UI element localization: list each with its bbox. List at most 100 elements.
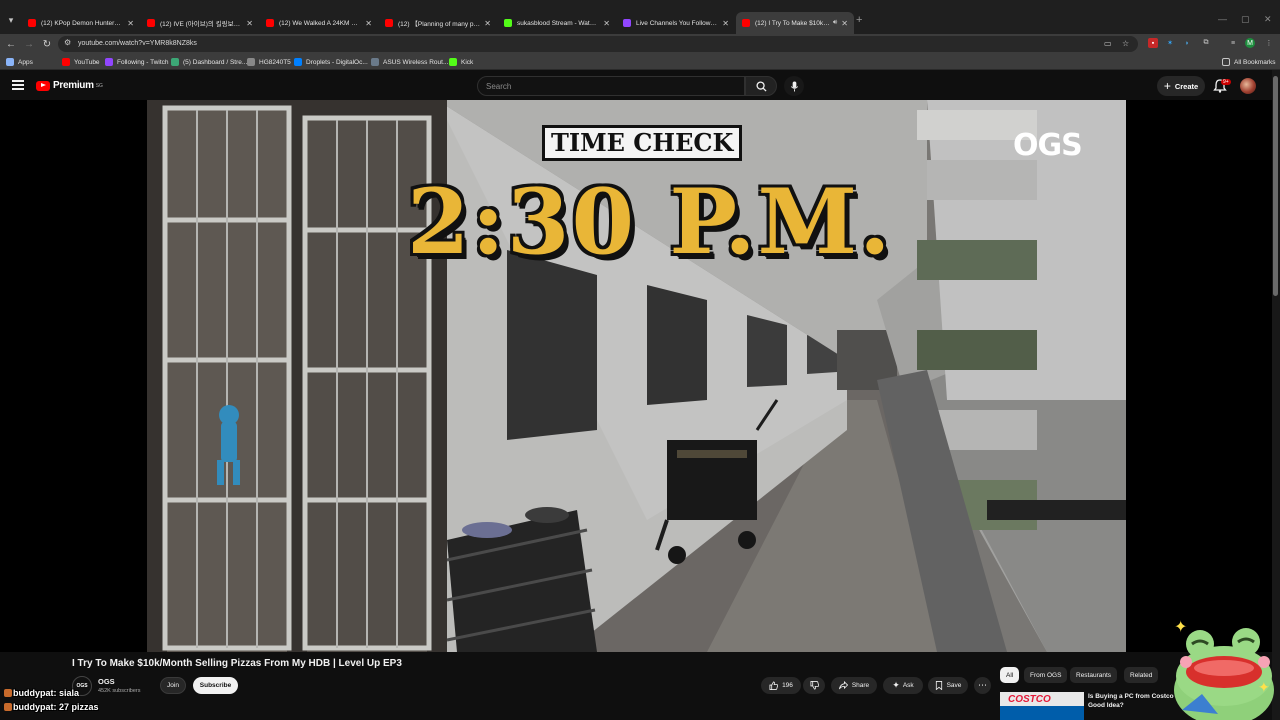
page-scrollbar-thumb[interactable] bbox=[1273, 76, 1278, 296]
join-button[interactable]: Join bbox=[160, 677, 186, 694]
browser-tab-strip: ▾ (12) KPop Demon Hunters | Ho ✕ (12) IVE … bbox=[0, 0, 1280, 34]
filter-chip[interactable]: All bbox=[1000, 667, 1020, 683]
save-button[interactable]: Save bbox=[928, 677, 968, 694]
bookmark-label: ASUS Wireless Rout... bbox=[383, 58, 449, 66]
tab-favicon-icon bbox=[623, 19, 631, 27]
bookmark-label: Kick bbox=[461, 58, 474, 66]
notification-badge: 9+ bbox=[1221, 79, 1231, 85]
forward-icon[interactable]: → bbox=[22, 37, 36, 51]
extensions-puzzle-icon[interactable]: ⧉ bbox=[1201, 38, 1211, 48]
close-window-icon[interactable]: ✕ bbox=[1264, 14, 1272, 25]
install-icon[interactable]: ▭ bbox=[1104, 39, 1112, 48]
hamburger-menu-icon[interactable] bbox=[12, 80, 24, 90]
bookmark-item[interactable]: HG8240T5 bbox=[247, 57, 291, 67]
sparkle-icon: ✦ bbox=[892, 680, 900, 690]
site-info-icon[interactable]: ⚙ bbox=[64, 38, 71, 47]
tab-close-icon[interactable]: ✕ bbox=[365, 19, 372, 28]
thumbnail-banner bbox=[1000, 706, 1084, 720]
tab-close-icon[interactable]: ✕ bbox=[484, 19, 491, 28]
browser-tab[interactable]: (12) We Walked A 24KM TRAIL ✕ bbox=[260, 12, 378, 34]
microphone-icon bbox=[790, 80, 798, 92]
bookmark-item[interactable]: (5) Dashboard / Stre... bbox=[171, 57, 247, 67]
tab-close-icon[interactable]: ✕ bbox=[722, 19, 729, 28]
bookmark-item[interactable]: YouTube bbox=[62, 57, 100, 67]
browser-tab[interactable]: (12) IVE (아이브)의 킬링보이스를 ✕ bbox=[141, 12, 259, 34]
bookmark-item[interactable]: ASUS Wireless Rout... bbox=[371, 57, 448, 67]
dislike-button[interactable] bbox=[803, 677, 825, 694]
tab-title: sukasblood Stream - Watch Liv bbox=[517, 19, 600, 27]
recommended-video-thumbnail[interactable]: COSTCO bbox=[1000, 692, 1084, 720]
tab-close-icon[interactable]: ✕ bbox=[841, 19, 848, 28]
channel-name[interactable]: OGS bbox=[98, 677, 115, 686]
speaker-icon[interactable]: 🔊︎ bbox=[833, 19, 837, 27]
tab-title: Live Channels You Follow - Twi bbox=[636, 19, 719, 27]
bookmark-item[interactable]: Apps bbox=[6, 57, 33, 67]
tab-title: (12) 【Planning of many people bbox=[398, 21, 481, 28]
time-check-label: TIME CHECK bbox=[545, 128, 740, 158]
like-count: 196 bbox=[782, 682, 793, 689]
like-button[interactable]: 196 bbox=[761, 677, 801, 694]
all-bookmarks[interactable]: All Bookmarks bbox=[1222, 57, 1276, 67]
bookmark-item[interactable]: Following - Twitch bbox=[105, 57, 169, 67]
tab-close-icon[interactable]: ✕ bbox=[127, 19, 134, 28]
reading-list-icon[interactable]: ≡ bbox=[1228, 38, 1238, 48]
bookmark-favicon-icon bbox=[105, 58, 113, 66]
chat-text: 27 pizzas bbox=[59, 702, 99, 712]
more-actions-icon[interactable]: ⋯ bbox=[974, 677, 991, 694]
url-text[interactable]: youtube.com/watch?v=YMR8k8NZ8ks bbox=[78, 40, 197, 47]
filter-chip[interactable]: Restaurants bbox=[1070, 667, 1118, 683]
address-bar[interactable]: ⚙ youtube.com/watch?v=YMR8k8NZ8ks ▭ ☆ bbox=[58, 36, 1138, 52]
chat-badge-icon bbox=[4, 703, 12, 711]
subscribe-button[interactable]: Subscribe bbox=[193, 677, 238, 694]
bookmark-favicon-icon bbox=[449, 58, 457, 66]
bookmark-label: HG8240T5 bbox=[259, 58, 291, 66]
ask-button[interactable]: ✦ Ask bbox=[883, 677, 923, 694]
maximize-icon[interactable]: ▢ bbox=[1241, 14, 1250, 25]
frog-emote-overlay: ✦ ✦ bbox=[1174, 617, 1274, 720]
time-overlay: 2:30 P.M. bbox=[407, 169, 893, 275]
search-button[interactable] bbox=[745, 76, 777, 96]
tab-close-icon[interactable]: ✕ bbox=[246, 19, 253, 28]
filter-chip[interactable]: Related bbox=[1124, 667, 1159, 683]
reload-icon[interactable]: ↻ bbox=[40, 37, 54, 51]
video-player[interactable]: TIME CHECK 2:30 P.M. OGS bbox=[0, 100, 1272, 652]
tab-close-icon[interactable]: ✕ bbox=[603, 19, 610, 28]
extension-icon[interactable]: ✶ bbox=[1165, 38, 1175, 48]
filter-chip[interactable]: From OGS bbox=[1024, 667, 1068, 683]
menu-icon[interactable]: ⋮ bbox=[1264, 38, 1274, 48]
bookmark-label: YouTube bbox=[74, 58, 100, 66]
voice-search-button[interactable] bbox=[784, 76, 804, 96]
video-frame[interactable]: TIME CHECK 2:30 P.M. OGS bbox=[147, 100, 1126, 652]
profile-icon[interactable]: M bbox=[1245, 38, 1255, 48]
tab-search-icon[interactable]: ▾ bbox=[4, 13, 18, 27]
account-avatar[interactable] bbox=[1240, 78, 1256, 94]
youtube-premium-logo[interactable]: Premium SG bbox=[36, 80, 103, 91]
extension-icon[interactable]: ▪ bbox=[1148, 38, 1158, 48]
back-icon[interactable]: ← bbox=[4, 37, 18, 51]
bookmark-item[interactable]: Droplets - DigitalOc... bbox=[294, 57, 368, 67]
minimize-icon[interactable]: — bbox=[1218, 14, 1227, 24]
tab-favicon-icon bbox=[28, 19, 36, 27]
browser-tab[interactable]: Live Channels You Follow - Twi ✕ bbox=[617, 12, 735, 34]
bookmark-label: Droplets - DigitalOc... bbox=[306, 58, 368, 66]
bookmark-item[interactable]: Kick bbox=[449, 57, 473, 67]
search-input[interactable]: Search bbox=[477, 76, 745, 96]
new-tab-icon[interactable]: + bbox=[856, 14, 862, 26]
svg-text:✦: ✦ bbox=[1174, 617, 1187, 636]
chat-username: buddypat: bbox=[13, 702, 57, 712]
browser-tab[interactable]: (12) 【Planning of many people ✕ bbox=[379, 12, 497, 34]
extension-icon[interactable]: ◗ bbox=[1182, 38, 1192, 48]
tab-favicon-icon bbox=[385, 19, 393, 27]
create-button[interactable]: + Create bbox=[1157, 76, 1205, 96]
bookmark-star-icon[interactable]: ☆ bbox=[1122, 39, 1129, 48]
bookmarks-bar: Apps YouTube Following - Twitch (5) Dashboa… bbox=[0, 54, 1280, 70]
tab-title: (12) I Try To Make $10k/Mo bbox=[755, 19, 830, 27]
bookmark-favicon-icon bbox=[171, 58, 179, 66]
tab-favicon-icon bbox=[147, 19, 155, 27]
browser-tab[interactable]: (12) KPop Demon Hunters | Ho ✕ bbox=[22, 12, 140, 34]
bookmark-label: Apps bbox=[18, 58, 33, 66]
share-button[interactable]: Share bbox=[831, 677, 877, 694]
thumbs-down-icon bbox=[809, 681, 819, 690]
browser-tab[interactable]: (12) I Try To Make $10k/Mo 🔊︎ ✕ bbox=[736, 12, 854, 34]
browser-tab[interactable]: sukasblood Stream - Watch Liv ✕ bbox=[498, 12, 616, 34]
